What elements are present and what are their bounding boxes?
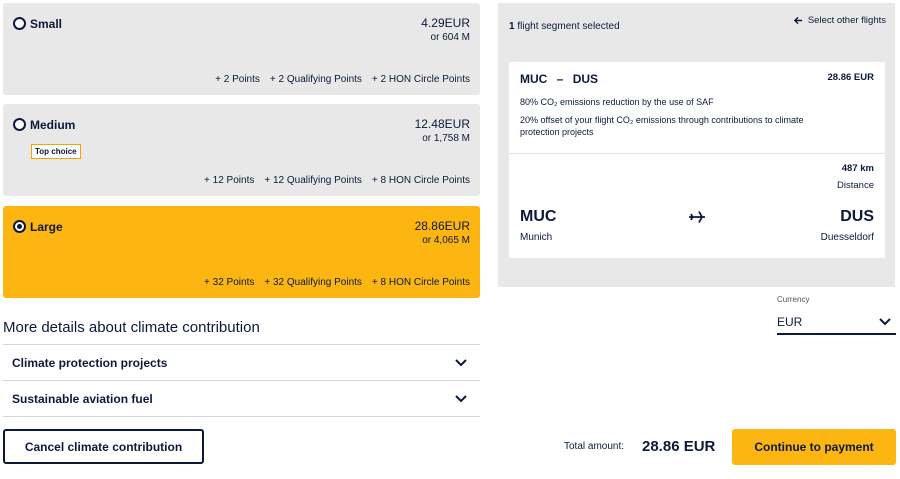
route-to: DUS	[572, 72, 599, 86]
option-price: 12.48EUR	[414, 117, 470, 131]
currency-select[interactable]: EUR	[777, 308, 896, 335]
chevron-down-icon	[879, 318, 891, 326]
flight-summary-panel: 1 flight segment selected Select other f…	[498, 3, 895, 287]
radio-large-selected[interactable]	[13, 220, 26, 233]
route-title: MUC – DUS	[520, 72, 598, 86]
select-other-flights-link[interactable]: Select other flights	[793, 15, 886, 26]
select-other-label: Select other flights	[807, 15, 886, 26]
option-points: + 32 Points + 32 Qualifying Points + 8 H…	[194, 277, 470, 288]
qualifying-points: + 12 Qualifying Points	[264, 175, 362, 186]
accordion-saf[interactable]: Sustainable aviation fuel	[3, 380, 480, 417]
distance-label: Distance	[837, 180, 874, 191]
currency-value: EUR	[777, 315, 803, 329]
option-price: 28.86EUR	[414, 219, 470, 233]
continue-to-payment-button[interactable]: Continue to payment	[732, 429, 896, 465]
option-miles: or 604 M	[430, 32, 470, 43]
currency-label: Currency	[777, 295, 810, 304]
option-medium[interactable]: Medium Top choice 12.48EUR or 1,758 M + …	[3, 104, 480, 196]
radio-medium[interactable]	[13, 118, 26, 131]
points: + 32 Points	[204, 277, 255, 288]
option-miles: or 1,758 M	[422, 133, 470, 144]
option-points: + 12 Points + 12 Qualifying Points + 8 H…	[194, 175, 470, 186]
option-name: Medium	[30, 118, 76, 132]
qualifying-points: + 2 Qualifying Points	[269, 74, 362, 85]
option-miles: or 4,065 M	[422, 235, 470, 246]
cancel-climate-contribution-button[interactable]: Cancel climate contribution	[3, 429, 204, 464]
segment-price: 28.86 EUR	[827, 72, 874, 83]
route-dash: –	[556, 72, 564, 86]
origin-code: MUC	[520, 208, 557, 225]
destination-city: Duesseldorf	[820, 232, 874, 243]
accordion-label: Sustainable aviation fuel	[12, 392, 153, 406]
radio-dot	[17, 224, 22, 229]
divider	[509, 153, 885, 154]
points: + 12 Points	[204, 175, 255, 186]
total-amount-label: Total amount:	[564, 441, 625, 452]
flight-card: MUC – DUS 28.86 EUR 80% CO₂ emissions re…	[509, 62, 885, 258]
option-name: Small	[30, 17, 63, 31]
segment-count-number: 1	[509, 21, 515, 32]
segment-count-text: flight segment selected	[517, 21, 620, 32]
option-small[interactable]: Small 4.29EUR or 604 M + 2 Points + 2 Qu…	[3, 3, 480, 95]
option-name: Large	[30, 220, 63, 234]
radio-small[interactable]	[13, 17, 26, 30]
option-large[interactable]: Large 28.86EUR or 4,065 M + 32 Points + …	[3, 206, 480, 298]
hon-circle-points: + 8 HON Circle Points	[371, 175, 470, 186]
accordion-label: Climate protection projects	[12, 356, 168, 370]
origin-city: Munich	[520, 232, 553, 243]
total-amount-value: 28.86 EUR	[642, 438, 716, 455]
destination-code: DUS	[840, 208, 874, 225]
offset-text: 20% offset of your flight CO₂ emissions …	[520, 115, 804, 137]
points: + 2 Points	[215, 74, 260, 85]
details-heading: More details about climate contribution	[3, 319, 260, 336]
qualifying-points: + 32 Qualifying Points	[264, 277, 362, 288]
option-points: + 2 Points + 2 Qualifying Points + 2 HON…	[205, 74, 470, 85]
chevron-down-icon	[455, 359, 467, 367]
route-from: MUC	[520, 72, 548, 86]
airplane-icon	[689, 211, 705, 223]
accordion-climate-projects[interactable]: Climate protection projects	[3, 344, 480, 380]
chevron-down-icon	[455, 395, 467, 403]
saf-reduction-text: 80% CO₂ emissions reduction by the use o…	[520, 97, 714, 107]
option-price: 4.29EUR	[421, 16, 470, 30]
distance-value: 487 km	[841, 163, 874, 174]
hon-circle-points: + 8 HON Circle Points	[371, 277, 470, 288]
top-choice-badge: Top choice	[31, 144, 81, 159]
hon-circle-points: + 2 HON Circle Points	[371, 74, 470, 85]
segment-count: 1 flight segment selected	[509, 21, 620, 32]
arrow-left-icon	[793, 16, 802, 25]
